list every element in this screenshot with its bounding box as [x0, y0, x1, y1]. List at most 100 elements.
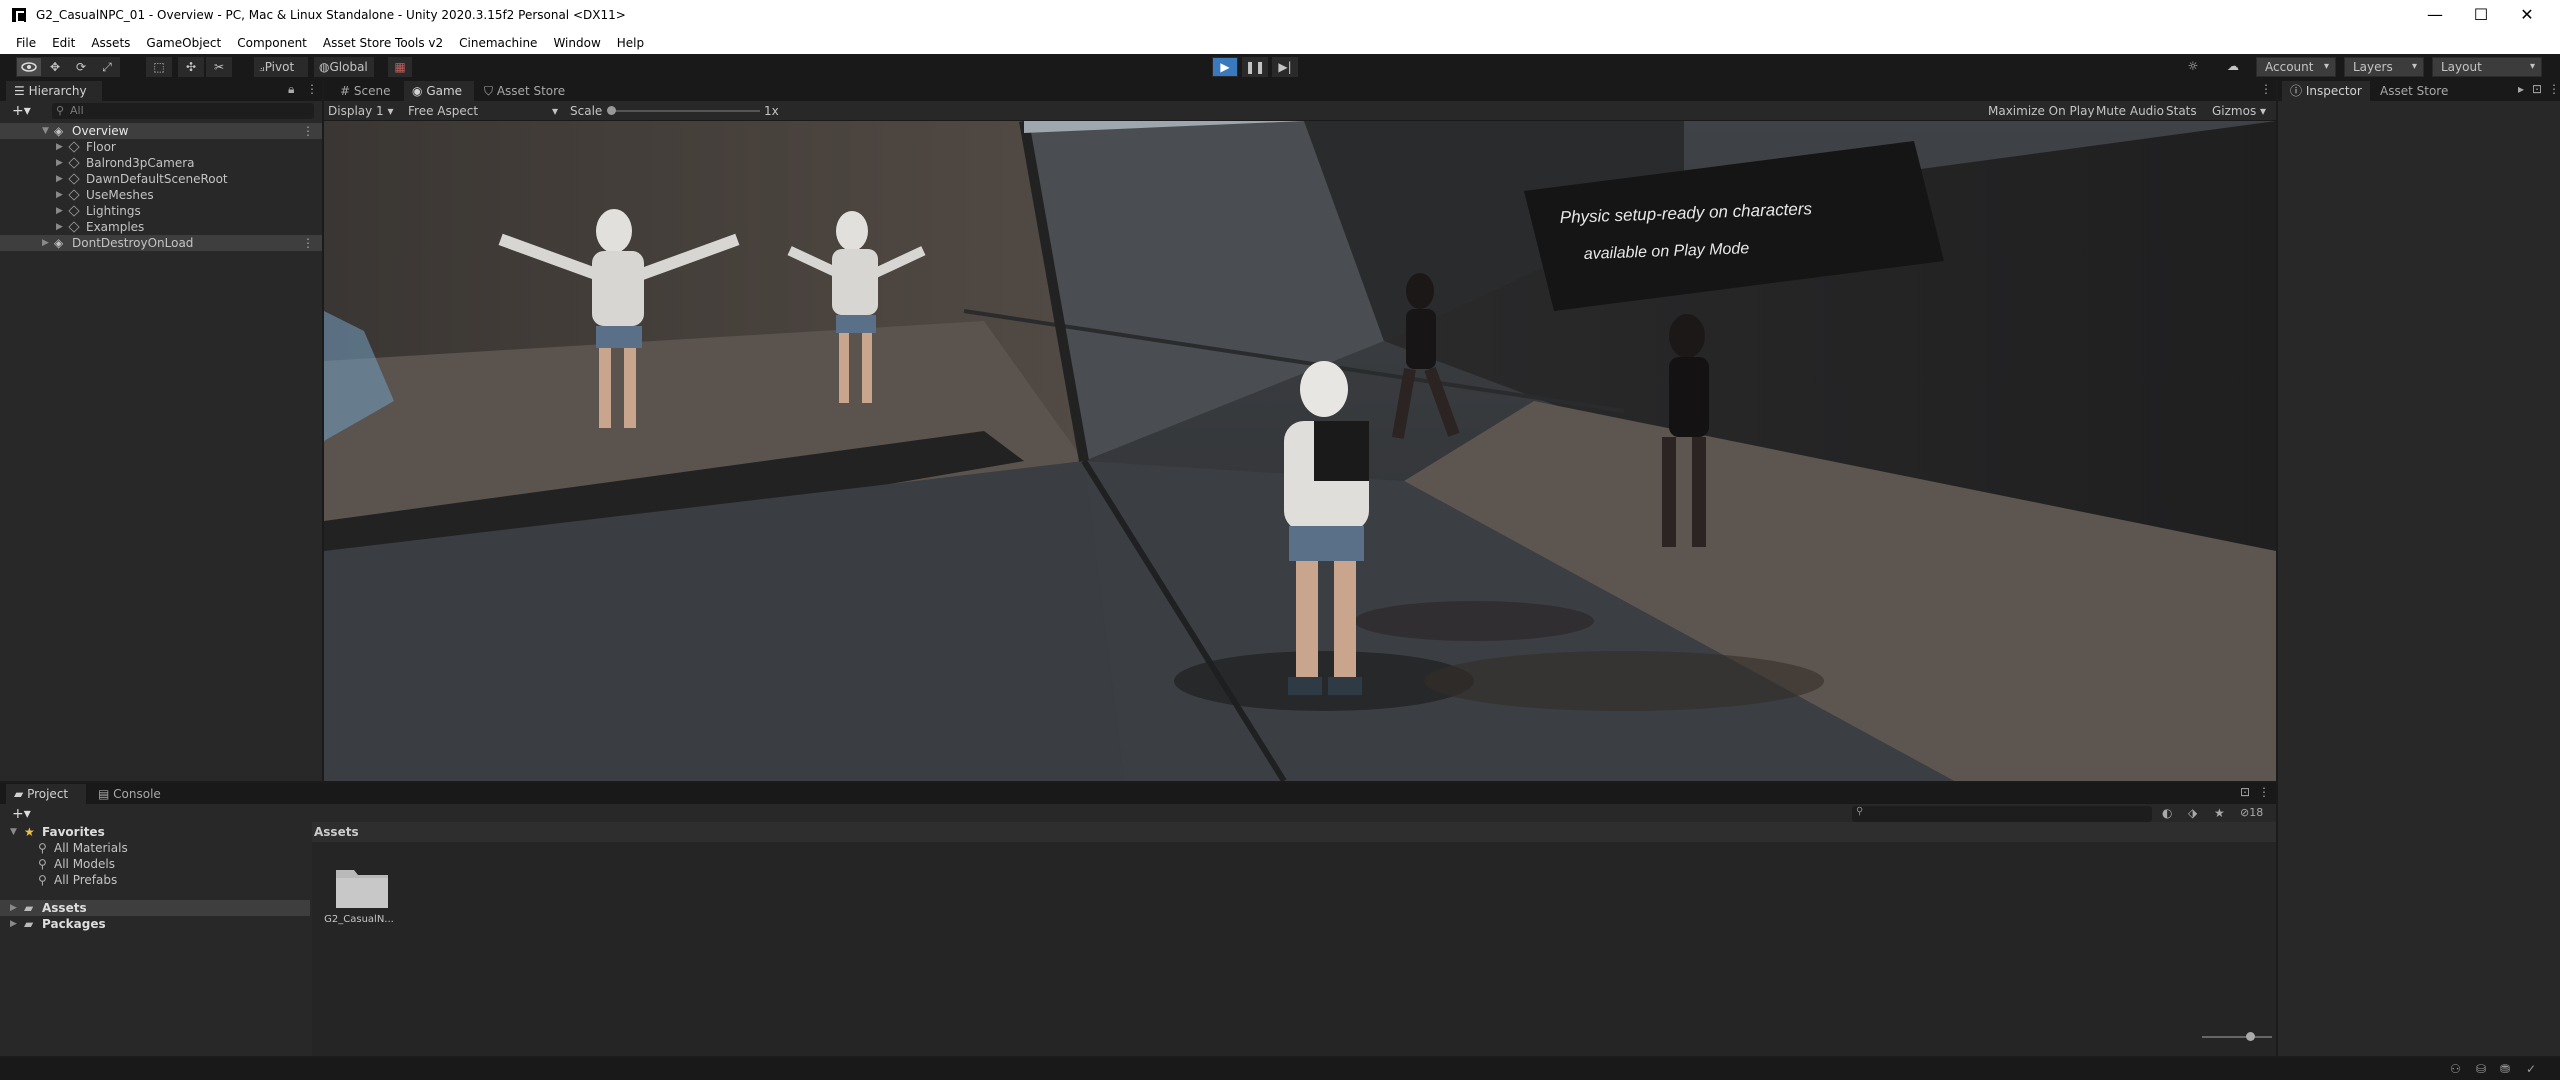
icon-size-thumb[interactable] [2246, 1032, 2255, 1041]
cache-icon[interactable]: ⛃ [2500, 1062, 2510, 1076]
pause-button[interactable]: ❚❚ [1242, 57, 1268, 77]
account-dropdown[interactable]: Account [2256, 57, 2336, 77]
minimize-button[interactable]: — [2412, 0, 2458, 32]
tab-inspector[interactable]: ⓘ Inspector [2282, 81, 2370, 101]
more-tabs-icon[interactable]: ▸ [2518, 82, 2524, 96]
create-asset-button[interactable]: +▾ [12, 806, 31, 822]
panel-menu-icon[interactable]: ⋮ [306, 82, 318, 96]
tab-label: Console [113, 787, 161, 801]
search-by-type-icon[interactable]: ◐ [2162, 806, 2172, 820]
favorite-star-icon[interactable]: ★ [2214, 806, 2225, 820]
collab-button[interactable]: ☼ [2180, 57, 2206, 77]
menu-edit[interactable]: Edit [44, 32, 83, 54]
tab-asset-store[interactable]: ⛉ Asset Store [476, 81, 576, 101]
play-icon: ▶ [1220, 60, 1230, 74]
menu-cinemachine[interactable]: Cinemachine [451, 32, 545, 54]
hierarchy-search-input[interactable]: ⚲ All [52, 103, 314, 119]
create-button[interactable]: +▾ [12, 103, 31, 119]
grid-snap-button[interactable]: ▦ [388, 57, 412, 77]
scene-menu-icon[interactable]: ⋮ [302, 235, 314, 251]
favorite-label: All Prefabs [54, 873, 118, 887]
scale-slider[interactable] [607, 106, 760, 115]
store-icon: ⛉ [484, 84, 494, 98]
asset-item[interactable]: G2_CasualN... [316, 864, 394, 936]
menu-help[interactable]: Help [609, 32, 652, 54]
label-filter-icon[interactable]: ⬗ [2188, 806, 2197, 820]
scene-row-dontdestroyonload[interactable]: ▶ ◈ DontDestroyOnLoad ⋮ [0, 235, 322, 251]
mute-audio-toggle[interactable]: Mute Audio [2092, 101, 2168, 121]
icon-size-slider[interactable] [2202, 1032, 2272, 1041]
tab-game[interactable]: ◉ Game [404, 81, 474, 101]
layout-dropdown[interactable]: Layout [2432, 57, 2542, 77]
tab-console[interactable]: ▤ Console [90, 784, 170, 804]
menu-asset-store-tools[interactable]: Asset Store Tools v2 [315, 32, 451, 54]
rotate-tool-button[interactable]: ⟳ [68, 57, 94, 77]
rect-tool-button[interactable]: ⬚ [146, 57, 172, 77]
folder-row-packages[interactable]: ▶ ▰ Packages [0, 916, 310, 932]
favorite-label: All Models [54, 857, 115, 871]
aspect-dropdown[interactable]: Free Aspect ▾ [408, 101, 558, 121]
center-tabbar: # Scene ◉ Game ⛉ Asset Store ⋮ [324, 80, 2276, 101]
favorite-item[interactable]: ⚲ All Prefabs [0, 872, 310, 888]
cloud-button[interactable]: ☁ [2220, 57, 2246, 77]
panel-menu-icon[interactable]: ⋮ [2258, 785, 2270, 799]
menu-component[interactable]: Component [229, 32, 315, 54]
lock-icon[interactable]: ⊡ [2532, 82, 2542, 96]
pivot-toggle[interactable]: ⟓Pivot [254, 57, 308, 77]
scene-menu-icon[interactable]: ⋮ [302, 123, 314, 139]
lock-icon[interactable]: 🔒︎ [288, 82, 294, 97]
scale-slider-thumb[interactable] [607, 106, 616, 115]
scene-row-overview[interactable]: ▼ ◈ Overview ⋮ [0, 123, 322, 139]
favorites-row[interactable]: ▼ ★ Favorites [0, 824, 310, 840]
hierarchy-item[interactable]: ▶ Floor [0, 139, 322, 155]
menu-gameobject[interactable]: GameObject [138, 32, 229, 54]
panel-menu-icon[interactable]: ⋮ [2260, 82, 2272, 96]
close-button[interactable]: ✕ [2504, 0, 2550, 32]
maximize-on-play-toggle[interactable]: Maximize On Play [1984, 101, 2099, 121]
tab-scene[interactable]: # Scene [332, 81, 404, 101]
step-button[interactable]: ▶| [1272, 57, 1298, 77]
project-panel: +▾ ⚲ ◐ ⬗ ★ ⊘18 ▼ ★ Favorites ⚲ All Mater… [0, 804, 2276, 1056]
stats-toggle[interactable]: Stats [2162, 101, 2201, 121]
folder-icon: ▰ [24, 917, 34, 931]
hidden-packages-toggle[interactable]: ⊘18 [2240, 806, 2263, 819]
unity-scene-icon: ◈ [54, 236, 64, 250]
game-render: Physic setup-ready on characters availab… [324, 121, 2276, 781]
global-toggle[interactable]: ◍Global [314, 57, 374, 77]
project-search-input[interactable]: ⚲ [1852, 806, 2152, 822]
tab-label: Game [426, 84, 463, 98]
play-button[interactable]: ▶ [1212, 57, 1238, 77]
panel-menu-icon[interactable]: ⋮ [2548, 82, 2560, 96]
hierarchy-item[interactable]: ▶ Balrond3pCamera [0, 155, 322, 171]
hierarchy-item[interactable]: ▶ UseMeshes [0, 187, 322, 203]
scale-tool-button[interactable]: ⤢ [94, 57, 120, 77]
hierarchy-item[interactable]: ▶ Examples [0, 219, 322, 235]
display-dropdown[interactable]: Display 1 ▾ [328, 101, 394, 121]
favorite-item[interactable]: ⚲ All Models [0, 856, 310, 872]
folder-row-assets[interactable]: ▶ ▰ Assets [0, 900, 310, 916]
tab-hierarchy[interactable]: ☰ Hierarchy [6, 81, 102, 101]
lock-icon[interactable]: ⊡ [2240, 785, 2250, 799]
game-viewport[interactable]: Physic setup-ready on characters availab… [324, 121, 2276, 781]
custom-tool-button[interactable]: ✂ [206, 57, 232, 77]
menu-window[interactable]: Window [545, 32, 608, 54]
tab-project[interactable]: ▰ Project [6, 784, 86, 804]
folder-label: Assets [42, 901, 87, 915]
tab-asset-store-uploader[interactable]: Asset Store Uploader [2372, 81, 2512, 118]
expand-icon: ▶ [56, 174, 63, 184]
favorite-item[interactable]: ⚲ All Materials [0, 840, 310, 856]
menu-file[interactable]: File [8, 32, 44, 54]
hierarchy-item[interactable]: ▶ DawnDefaultSceneRoot [0, 171, 322, 187]
move-tool-button[interactable]: ✥ [42, 57, 68, 77]
gizmos-label: Gizmos [2212, 104, 2257, 118]
gizmos-dropdown[interactable]: Gizmos ▾ [2208, 101, 2270, 121]
layers-status-icon[interactable]: ⛁ [2476, 1062, 2486, 1076]
menu-assets[interactable]: Assets [83, 32, 138, 54]
hierarchy-item[interactable]: ▶ Lightings [0, 203, 322, 219]
debug-icon[interactable]: ⚇ [2450, 1062, 2461, 1076]
view-tool-button[interactable] [16, 57, 42, 77]
check-icon[interactable]: ✓ [2526, 1062, 2536, 1076]
transform-tool-button[interactable]: ✣ [178, 57, 204, 77]
maximize-button[interactable]: ☐ [2458, 0, 2504, 32]
layers-dropdown[interactable]: Layers [2344, 57, 2424, 77]
